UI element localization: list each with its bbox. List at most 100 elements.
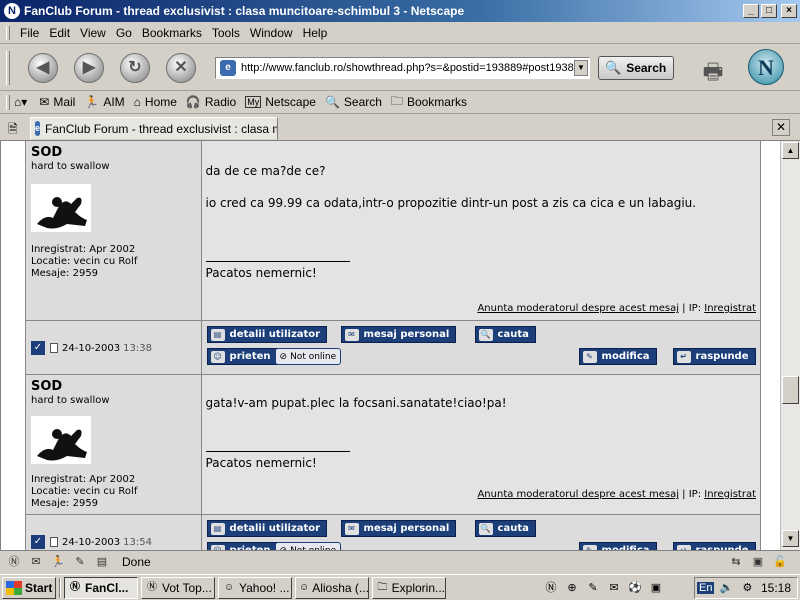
user-details-button[interactable]: ▤ detalii utilizator — [206, 326, 328, 343]
toolbar-radio[interactable]: 🎧 Radio — [186, 95, 236, 109]
author-registered: Inregistrat: Apr 2002 — [31, 474, 136, 485]
netscape-icon: Ⓝ — [147, 581, 157, 593]
menu-window[interactable]: Window — [250, 26, 293, 40]
print-icon[interactable]: 🖶 — [698, 55, 728, 84]
netscape-tray-icon[interactable]: Ⓝ — [542, 579, 560, 597]
url-text[interactable]: http://www.fanclub.ro/showthread.php?s=&… — [241, 62, 574, 74]
url-bar[interactable]: e http://www.fanclub.ro/showthread.php?s… — [215, 57, 590, 79]
author-name[interactable]: SOD — [31, 379, 196, 394]
signature: Pacatos nemernic! — [205, 451, 350, 470]
windows-logo-icon — [6, 580, 22, 595]
page-content: SOD hard to swallow Inregistrat: Apr 200… — [0, 141, 780, 550]
close-window-button[interactable]: × — [781, 4, 797, 18]
private-message-button[interactable]: ✉ mesaj personal — [340, 326, 457, 343]
forward-button[interactable]: ▶ — [74, 53, 104, 83]
taskbar-divider — [59, 577, 61, 598]
address-book-icon[interactable]: ▤ — [94, 554, 110, 570]
private-message-button[interactable]: ✉ mesaj personal — [340, 520, 457, 537]
message-line: io cred ca 99.99 ca odata,intr-o propozi… — [205, 196, 697, 210]
close-tab-button[interactable]: ✕ — [772, 119, 790, 136]
stop-button[interactable]: ✕ — [166, 53, 196, 83]
maximize-button[interactable]: □ — [761, 4, 777, 18]
search-button[interactable]: 🔍 Search — [598, 56, 674, 80]
magnifier-icon: 🔍 — [478, 522, 493, 535]
toolbar-aim[interactable]: 🏃 AIM — [84, 95, 124, 109]
post-date: ✓ 24-10-2003 13:38 — [31, 341, 152, 355]
report-to-moderator-link[interactable]: Anunta moderatorul despre acest mesaj — [477, 303, 679, 314]
scrollbar-thumb[interactable] — [782, 376, 799, 404]
aim-status-icon[interactable]: 🏃 — [50, 554, 66, 570]
scroll-down-arrow-icon[interactable]: ▼ — [782, 530, 799, 547]
app-tray-icon[interactable]: ▣ — [647, 579, 665, 597]
network-tray-icon[interactable]: ⊕ — [563, 579, 581, 597]
post-report-line: Anunta moderatorul despre acest mesaj | … — [477, 303, 756, 314]
post-page-icon — [50, 537, 58, 547]
menu-help[interactable]: Help — [303, 26, 328, 40]
clock[interactable]: 15:18 — [761, 581, 791, 595]
composer-icon[interactable]: ✎ — [72, 554, 88, 570]
toolbar-grip[interactable] — [6, 95, 10, 110]
toolbar-home-tab-icon[interactable]: ⌂▾ — [14, 95, 27, 109]
language-indicator[interactable]: En — [697, 582, 715, 594]
user-details-button[interactable]: ▤ detalii utilizator — [206, 520, 328, 537]
user-search-button[interactable]: 🔍 cauta — [474, 326, 536, 343]
report-to-moderator-link[interactable]: Anunta moderatorul despre acest mesaj — [477, 489, 679, 500]
toolbar-netscape[interactable]: My Netscape — [245, 95, 316, 109]
netscape-status-icon[interactable]: Ⓝ — [6, 554, 22, 570]
reload-button[interactable]: ↻ — [120, 53, 150, 83]
back-arrow-icon: ◀ — [36, 59, 50, 76]
menu-edit[interactable]: Edit — [49, 26, 70, 40]
post-actions: ▤ detalii utilizator ✉ mesaj personal 🔍 cau… — [201, 321, 760, 374]
forward-arrow-icon: ▶ — [82, 59, 96, 76]
author-title: hard to swallow — [31, 395, 110, 406]
start-button[interactable]: Start — [2, 576, 56, 599]
menu-tools[interactable]: Tools — [212, 26, 240, 40]
edit-post-button[interactable]: ✎modifica — [578, 348, 657, 365]
menu-file[interactable]: File — [20, 26, 39, 40]
taskbar-task-fanclub[interactable]: Ⓝ FanCl... — [64, 576, 138, 599]
toolbar-grip[interactable] — [6, 26, 10, 40]
menu-view[interactable]: View — [80, 26, 106, 40]
post-time: 13:38 — [123, 342, 152, 354]
taskbar-task-vot-top[interactable]: Ⓝ Vot Top... — [141, 576, 215, 599]
soccer-ball-tray-icon[interactable]: ⚽ — [626, 579, 644, 597]
toolbar-search[interactable]: 🔍 Search — [325, 95, 382, 109]
mail-status-icon[interactable]: ✉ — [28, 554, 44, 570]
back-button[interactable]: ◀ — [28, 53, 58, 83]
popup-blocker-icon[interactable]: ▣ — [750, 554, 766, 570]
ip-registered-link[interactable]: Inregistrat — [704, 489, 756, 500]
post-page-icon — [50, 343, 58, 353]
new-tab-icon[interactable]: 🗎 — [8, 120, 24, 136]
chat-icon: ☺ — [299, 581, 310, 593]
yahoo-messenger-icon: ☺ — [223, 581, 235, 593]
vertical-scrollbar[interactable]: ▲ ▼ — [780, 141, 800, 550]
checkmark-icon: ✓ — [31, 535, 45, 549]
taskbar-task-exploring[interactable]: 🗀 Explorin... — [372, 576, 446, 599]
netscape-logo[interactable]: N — [748, 49, 784, 85]
tool-tray-icon[interactable]: ✎ — [584, 579, 602, 597]
minimize-button[interactable]: _ — [743, 4, 759, 18]
url-dropdown-icon[interactable]: ▼ — [574, 60, 588, 76]
edit-post-button[interactable]: ✎modifica — [578, 542, 657, 550]
messenger-tray-icon[interactable]: ✉ — [605, 579, 623, 597]
taskbar-task-aliosha[interactable]: ☺ Aliosha (... — [295, 576, 369, 599]
toolbar-bookmarks[interactable]: 🗀 Bookmarks — [391, 92, 467, 113]
toolbar-grip[interactable] — [6, 51, 10, 85]
add-friend-button[interactable]: ☺prieten — [206, 348, 278, 365]
menu-go[interactable]: Go — [116, 26, 132, 40]
reply-button[interactable]: ↵raspunde — [672, 348, 756, 365]
ip-registered-link[interactable]: Inregistrat — [704, 303, 756, 314]
author-name[interactable]: SOD — [31, 145, 196, 160]
volume-icon[interactable]: 🔈 — [717, 579, 735, 597]
add-friend-button[interactable]: ☺prieten — [206, 542, 278, 550]
toolbar-home[interactable]: ⌂ Home — [134, 95, 177, 109]
menu-bookmarks[interactable]: Bookmarks — [142, 26, 202, 40]
reply-button[interactable]: ↵raspunde — [672, 542, 756, 550]
scroll-up-arrow-icon[interactable]: ▲ — [782, 142, 799, 159]
tray-app-icon[interactable]: ⚙ — [738, 579, 756, 597]
user-search-button[interactable]: 🔍 cauta — [474, 520, 536, 537]
taskbar-task-yahoo[interactable]: ☺ Yahoo! ... — [218, 576, 292, 599]
tab-fanclub-forum[interactable]: e FanClub Forum - thread exclusivist : c… — [30, 117, 278, 140]
toolbar-mail[interactable]: ✉ Mail — [39, 95, 75, 109]
search-icon: 🔍 — [324, 95, 340, 109]
